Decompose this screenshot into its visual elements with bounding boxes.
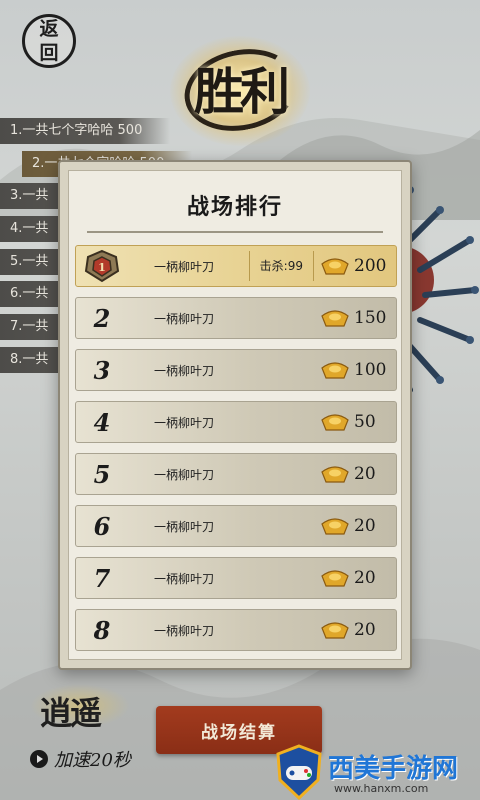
speed-up-button[interactable]: 加速20秒 <box>30 746 131 772</box>
title-divider <box>87 231 383 233</box>
reward-value: 20 <box>354 620 376 640</box>
gold-ingot-icon <box>321 414 349 431</box>
svg-text:1: 1 <box>98 261 106 274</box>
side-item: 1.一共七个字哈哈 500 <box>0 118 170 144</box>
rank-number: 7 <box>93 563 111 593</box>
reward-value: 20 <box>354 568 376 588</box>
gold-ingot-icon <box>321 258 349 275</box>
player-name: 一柄柳叶刀 <box>154 259 215 274</box>
back-button[interactable]: 返 回 <box>22 14 76 68</box>
back-label-top: 返 <box>39 18 59 40</box>
victory-title: 胜利 <box>194 62 290 121</box>
reward-value: 20 <box>354 464 376 484</box>
gold-ingot-icon <box>321 622 349 639</box>
player-name: 一柄柳叶刀 <box>154 363 215 378</box>
reward-value: 150 <box>354 308 387 328</box>
rank-1-badge-icon: 1 <box>76 245 128 287</box>
gamepad-shield-icon <box>276 744 322 800</box>
reward-value: 20 <box>354 516 376 536</box>
rank-number: 6 <box>93 511 111 541</box>
rank-row: 7 一柄柳叶刀 20 <box>75 557 397 599</box>
reward: 50 <box>314 412 396 432</box>
ranking-panel: 战场排行 1 一柄柳叶刀 击杀:99 200 2 一柄柳叶刀 150 3 一柄柳… <box>58 160 412 670</box>
play-icon <box>30 750 48 768</box>
rank-number: 5 <box>93 459 111 489</box>
panel-title: 战场排行 <box>186 194 283 220</box>
rank-row: 3 一柄柳叶刀 100 <box>75 349 397 391</box>
watermark: 西美手游网 www.hanxm.com <box>274 744 480 800</box>
reward: 200 <box>314 256 396 276</box>
rank-number: 4 <box>93 407 111 437</box>
reward: 150 <box>314 308 396 328</box>
player-name: 一柄柳叶刀 <box>154 415 215 430</box>
gold-ingot-icon <box>321 362 349 379</box>
rank-row: 8 一柄柳叶刀 20 <box>75 609 397 651</box>
rank-row-first: 1 一柄柳叶刀 击杀:99 200 <box>75 245 397 287</box>
rank-row: 2 一柄柳叶刀 150 <box>75 297 397 339</box>
reward: 20 <box>314 464 396 484</box>
rank-row: 5 一柄柳叶刀 20 <box>75 453 397 495</box>
watermark-url: www.hanxm.com <box>334 782 429 795</box>
rank-row: 6 一柄柳叶刀 20 <box>75 505 397 547</box>
rank-row: 4 一柄柳叶刀 50 <box>75 401 397 443</box>
speed-logo: 逍遥 <box>40 694 102 732</box>
gold-ingot-icon <box>321 518 349 535</box>
speed-up-label: 加速20秒 <box>54 750 131 771</box>
rank-list: 1 一柄柳叶刀 击杀:99 200 2 一柄柳叶刀 150 3 一柄柳叶刀 10… <box>75 245 397 661</box>
reward-value: 200 <box>354 256 387 276</box>
player-name: 一柄柳叶刀 <box>154 571 215 586</box>
reward: 20 <box>314 568 396 588</box>
player-name: 一柄柳叶刀 <box>154 519 215 534</box>
rank-number: 2 <box>93 303 111 333</box>
player-name: 一柄柳叶刀 <box>154 311 215 326</box>
reward-value: 50 <box>354 412 376 432</box>
reward-value: 100 <box>354 360 387 380</box>
watermark-title: 西美手游网 <box>328 754 459 784</box>
reward: 20 <box>314 620 396 640</box>
player-name: 一柄柳叶刀 <box>154 467 215 482</box>
rank-number: 8 <box>93 615 111 645</box>
ranking-panel-inner: 战场排行 1 一柄柳叶刀 击杀:99 200 2 一柄柳叶刀 150 3 一柄柳… <box>68 170 402 660</box>
kill-count: 击杀:99 <box>248 251 314 281</box>
gold-ingot-icon <box>321 466 349 483</box>
back-label-bottom: 回 <box>39 42 59 64</box>
reward: 20 <box>314 516 396 536</box>
player-name: 一柄柳叶刀 <box>154 623 215 638</box>
gold-ingot-icon <box>321 570 349 587</box>
rank-number: 3 <box>93 355 111 385</box>
gold-ingot-icon <box>321 310 349 327</box>
reward: 100 <box>314 360 396 380</box>
